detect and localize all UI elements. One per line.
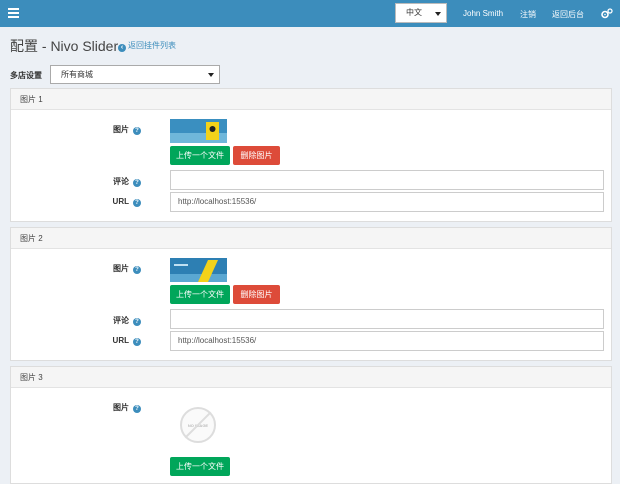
gears-icon[interactable] [601, 8, 613, 19]
top-navbar: 中文 John Smith 注销 返回后台 [0, 0, 620, 27]
panel-title: 图片 3 [11, 367, 611, 388]
help-icon[interactable]: ? [133, 338, 141, 346]
url-label: URL? [81, 197, 141, 207]
logout-link[interactable]: 注销 [520, 9, 536, 20]
help-icon[interactable]: ? [133, 266, 141, 274]
menu-toggle-icon[interactable] [8, 8, 19, 19]
multi-store-label: 多店设置 [10, 71, 42, 80]
page-title: 配置 - Nivo Slider [10, 38, 119, 54]
help-icon[interactable]: ? [133, 127, 141, 135]
picture-panel-1: 图片 1 图片? 上传一个文件 删除图片 评论? URL? http://loc… [10, 88, 612, 222]
picture-label-text: 图片 [113, 264, 129, 273]
upload-file-button[interactable]: 上传一个文件 [170, 457, 230, 476]
delete-image-button[interactable]: 删除图片 [233, 146, 280, 165]
language-select-value: 中文 [406, 8, 422, 17]
arrow-left-circle-icon: ‹ [118, 44, 126, 52]
picture-panel-3: 图片 3 图片? NO IMAGE 上传一个文件 [10, 366, 612, 484]
url-input[interactable]: http://localhost:15536/ [170, 331, 604, 351]
picture-label: 图片? [81, 402, 141, 413]
comment-label-text: 评论 [113, 177, 129, 186]
picture-label-text: 图片 [113, 403, 129, 412]
comment-input[interactable] [170, 309, 604, 329]
url-label: URL? [81, 336, 141, 346]
no-image-placeholder: NO IMAGE [180, 407, 216, 443]
store-select-value: 所有商城 [61, 70, 93, 79]
back-to-widget-list-link[interactable]: ‹ 返回挂件列表 [118, 40, 176, 52]
picture-label: 图片? [81, 124, 141, 135]
url-label-text: URL [112, 197, 129, 206]
no-image-text: NO IMAGE [187, 423, 209, 428]
picture-label-text: 图片 [113, 125, 129, 134]
panel-title: 图片 2 [11, 228, 611, 249]
url-input[interactable]: http://localhost:15536/ [170, 192, 604, 212]
picture-panel-2: 图片 2 图片? 上传一个文件 删除图片 评论? URL? http://loc… [10, 227, 612, 361]
upload-file-button[interactable]: 上传一个文件 [170, 146, 230, 165]
back-link-label: 返回挂件列表 [128, 41, 176, 50]
slide-image-thumbnail-2 [170, 258, 227, 282]
back-to-admin-link[interactable]: 返回后台 [552, 9, 584, 20]
store-select[interactable]: 所有商城 [50, 65, 220, 84]
delete-image-button[interactable]: 删除图片 [233, 285, 280, 304]
comment-input[interactable] [170, 170, 604, 190]
picture-label: 图片? [81, 263, 141, 274]
panel-title: 图片 1 [11, 89, 611, 110]
comment-label: 评论? [81, 176, 141, 187]
upload-file-button[interactable]: 上传一个文件 [170, 285, 230, 304]
slide-image-thumbnail-1 [170, 119, 227, 143]
help-icon[interactable]: ? [133, 405, 141, 413]
help-icon[interactable]: ? [133, 179, 141, 187]
comment-label: 评论? [81, 315, 141, 326]
language-select[interactable]: 中文 [395, 3, 447, 23]
url-label-text: URL [112, 336, 129, 345]
help-icon[interactable]: ? [133, 199, 141, 207]
chevron-down-icon [208, 73, 214, 77]
comment-label-text: 评论 [113, 316, 129, 325]
user-menu-link[interactable]: John Smith [463, 9, 503, 18]
help-icon[interactable]: ? [133, 318, 141, 326]
chevron-down-icon [435, 12, 441, 16]
